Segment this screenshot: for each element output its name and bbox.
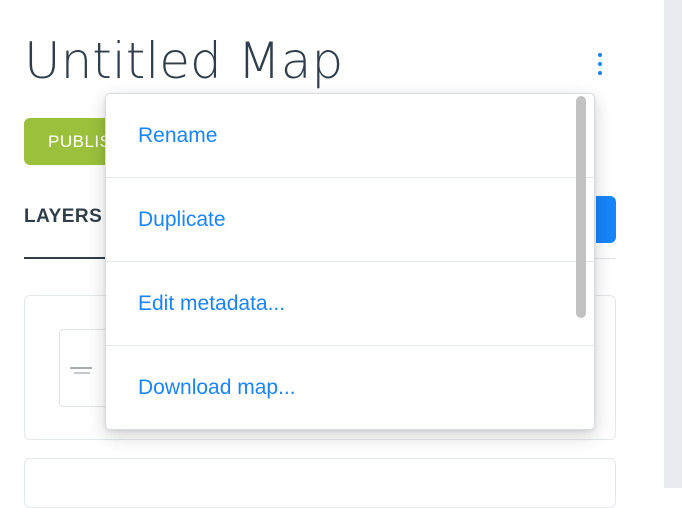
layer-card[interactable] — [24, 458, 616, 508]
map-options-menu: Rename Duplicate Edit metadata... Downlo… — [105, 93, 595, 430]
menu-item-duplicate[interactable]: Duplicate — [106, 178, 594, 262]
kebab-dot — [598, 71, 602, 75]
kebab-dot — [598, 53, 602, 57]
map-title[interactable]: Untitled Map — [24, 32, 343, 90]
kebab-dot — [598, 62, 602, 66]
menu-item-rename[interactable]: Rename — [106, 94, 594, 178]
thumbnail-mark — [74, 372, 90, 374]
tab-active-indicator — [24, 257, 114, 259]
map-area-edge — [664, 0, 682, 488]
menu-item-download-map[interactable]: Download map... — [106, 346, 594, 429]
thumbnail-mark — [70, 367, 92, 369]
add-layer-button[interactable] — [596, 196, 616, 243]
more-vertical-icon[interactable] — [589, 50, 611, 78]
tab-layers[interactable]: LAYERS — [24, 206, 102, 228]
menu-item-edit-metadata[interactable]: Edit metadata... — [106, 262, 594, 346]
menu-scrollbar[interactable] — [576, 96, 586, 318]
